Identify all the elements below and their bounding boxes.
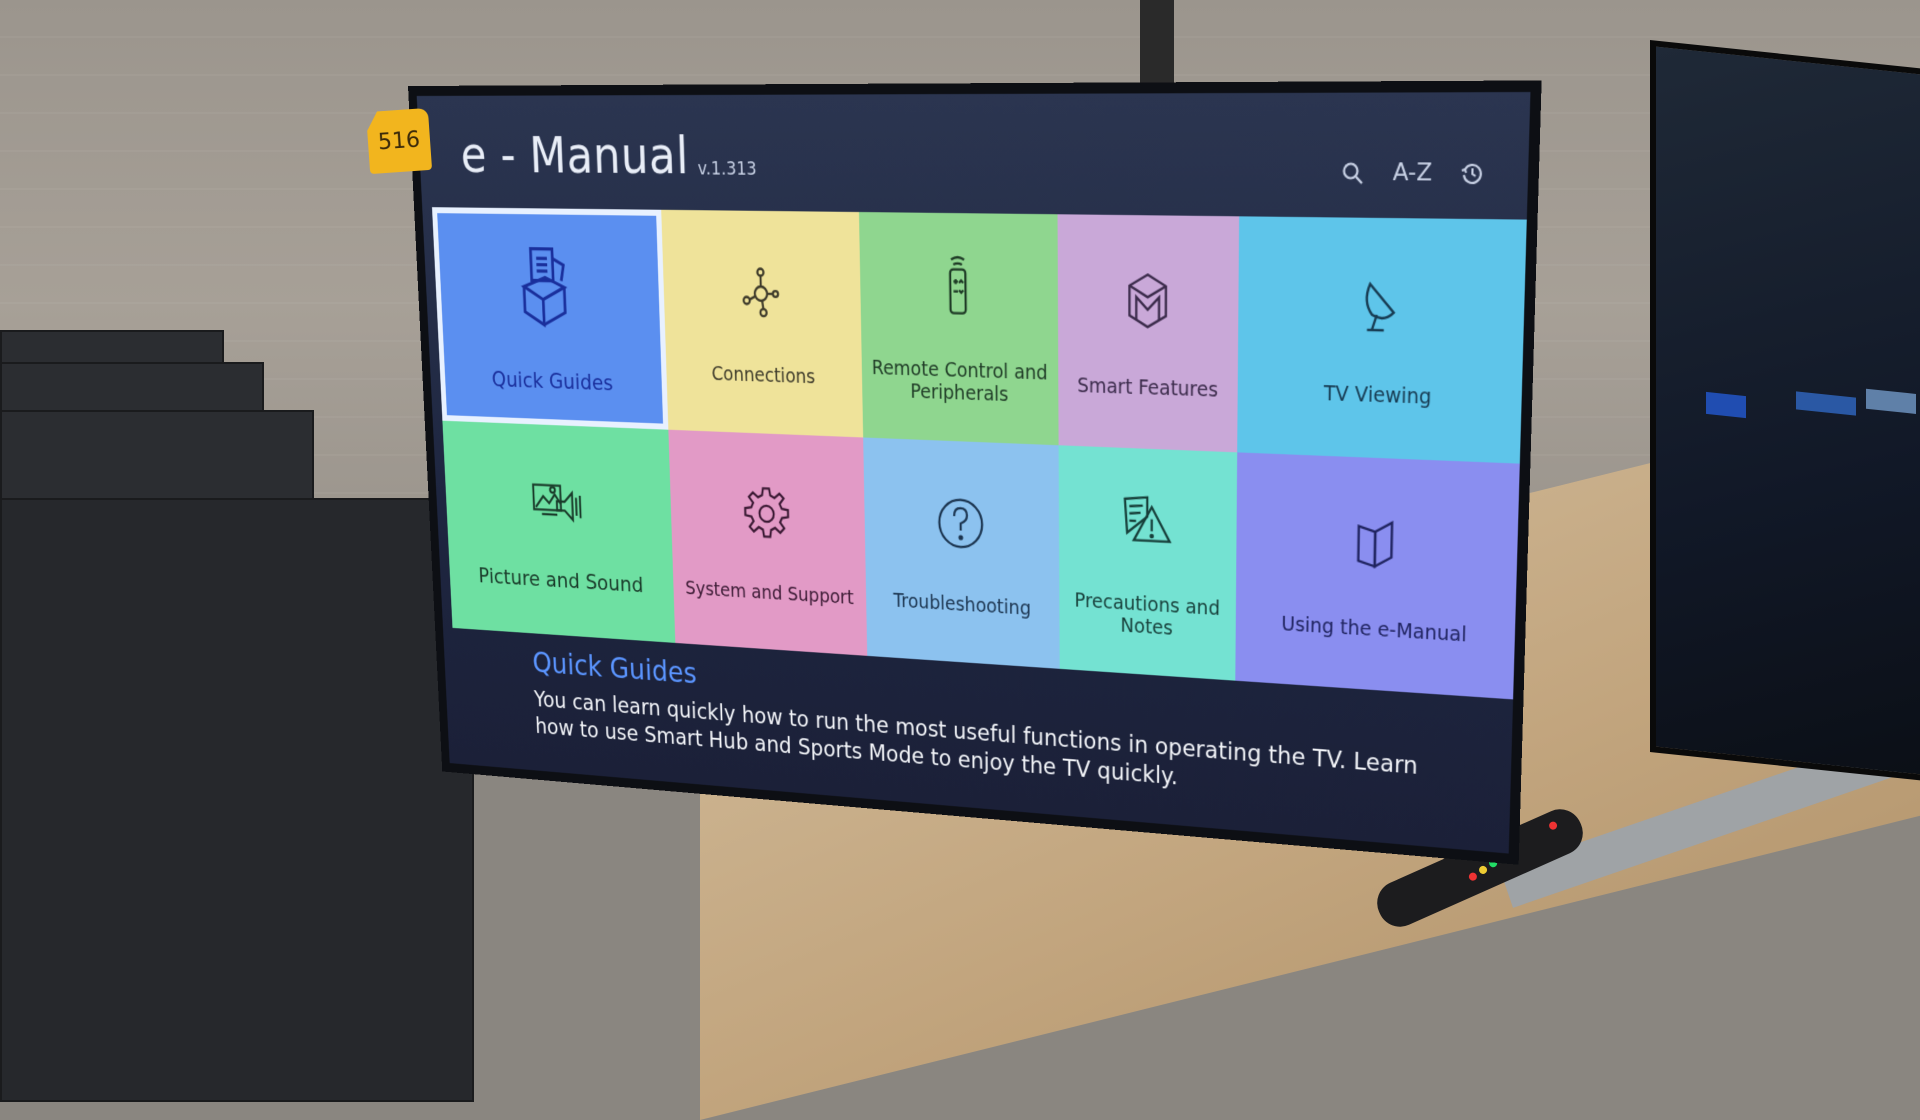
open-book-icon: [1339, 506, 1411, 584]
header-toolbar: A-Z: [1341, 159, 1486, 188]
tile-label: Connections: [704, 364, 822, 390]
remote-color-button: [1478, 865, 1489, 876]
tile-smart-features[interactable]: Smart Features: [1058, 214, 1240, 452]
tile-label: Picture and Sound: [472, 564, 651, 599]
tile-tv-viewing[interactable]: TV Viewing: [1237, 216, 1527, 463]
tile-remote-control[interactable]: Remote Control and Peripherals: [859, 212, 1059, 445]
remote-control-icon: [925, 250, 991, 324]
tile-label: TV Viewing: [1315, 383, 1440, 411]
tile-system-and-support[interactable]: System and Support: [668, 430, 867, 656]
monitor-front: [0, 498, 474, 1102]
category-grid: Quick Guides Connections Remote Control …: [432, 207, 1527, 699]
az-index-icon: A-Z: [1392, 159, 1432, 187]
price-tag: 516: [366, 108, 432, 174]
search-button[interactable]: [1341, 159, 1366, 186]
tile-using-the-emanual[interactable]: Using the e-Manual: [1235, 452, 1520, 699]
box-document-icon: [506, 239, 590, 336]
question-circle-icon: [928, 487, 993, 561]
gear-icon: [735, 478, 798, 550]
tile-connections[interactable]: Connections: [661, 210, 863, 438]
tile-label: Quick Guides: [485, 368, 620, 397]
tv-screen: e - Manual v.1.313 A-Z Quick Gui: [417, 92, 1531, 854]
tv: e - Manual v.1.313 A-Z Quick Gui: [408, 80, 1542, 864]
picture-sound-icon: [527, 467, 588, 537]
network-hub-icon: [729, 258, 793, 331]
remote-color-button: [1468, 871, 1479, 882]
tile-label: Troubleshooting: [886, 590, 1038, 621]
remote-power-button: [1548, 820, 1559, 831]
screen-reflection: [1866, 389, 1916, 414]
screen-reflection: [1706, 392, 1746, 418]
stacked-monitors: [0, 330, 480, 1080]
tile-quick-guides[interactable]: Quick Guides: [432, 207, 668, 430]
history-button[interactable]: [1459, 160, 1485, 187]
app-title: e - Manual: [459, 126, 689, 186]
satellite-dish-icon: [1342, 268, 1416, 346]
tile-label: Remote Control and Peripherals: [862, 358, 1059, 409]
app-version: v.1.313: [697, 158, 757, 180]
monitor-back-3: [0, 410, 314, 504]
tile-label: System and Support: [678, 578, 861, 610]
tile-precautions-and-notes[interactable]: Precautions and Notes: [1059, 445, 1238, 680]
history-icon: [1459, 160, 1485, 187]
tile-label: Precautions and Notes: [1059, 590, 1236, 645]
tile-picture-and-sound[interactable]: Picture and Sound: [442, 421, 675, 643]
search-icon: [1341, 159, 1366, 186]
smart-cube-icon: [1113, 264, 1181, 340]
tile-label: Smart Features: [1070, 375, 1226, 403]
neighbouring-tv: [1650, 40, 1920, 784]
tile-label: Using the e-Manual: [1273, 613, 1475, 648]
screen-reflection: [1796, 391, 1856, 415]
tile-troubleshooting[interactable]: Troubleshooting: [863, 437, 1059, 668]
emanual-header: e - Manual v.1.313 A-Z: [417, 92, 1531, 217]
az-index-button[interactable]: A-Z: [1392, 159, 1432, 187]
document-warning-icon: [1113, 484, 1180, 560]
